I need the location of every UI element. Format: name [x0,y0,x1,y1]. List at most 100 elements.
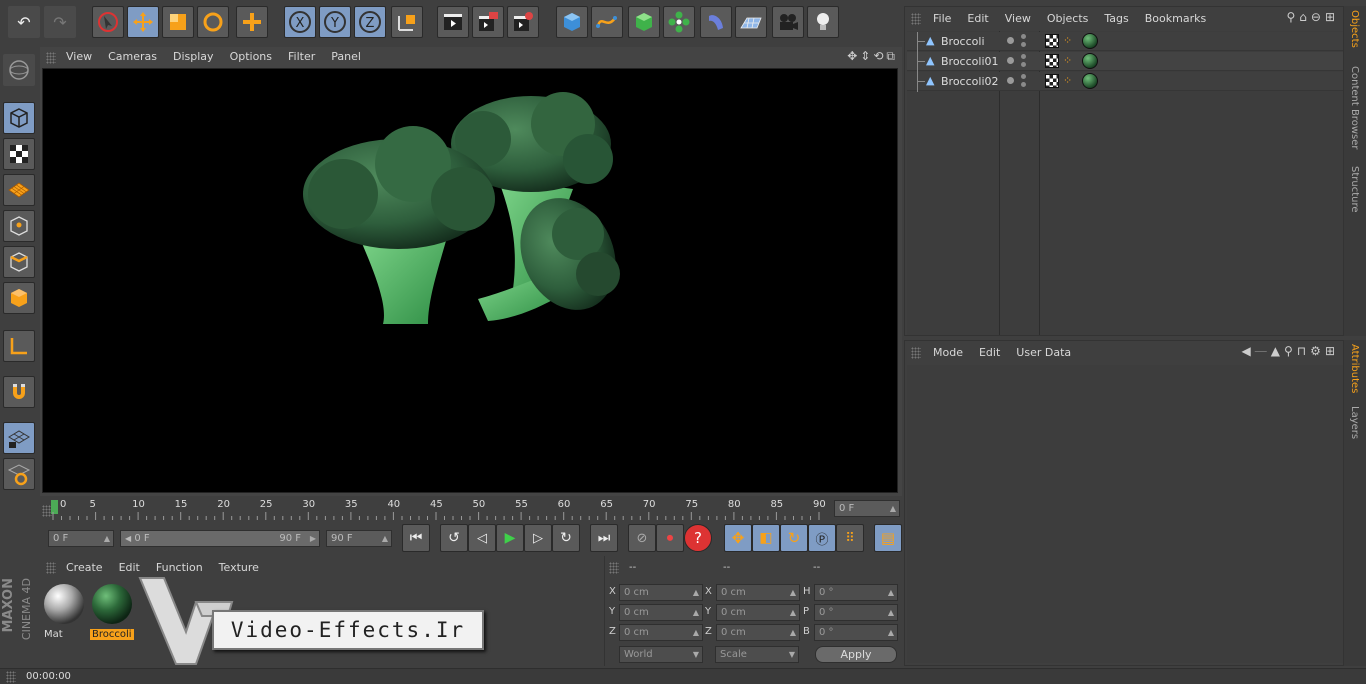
new-panel-icon[interactable]: ⊞ [1325,10,1339,24]
objects-grip[interactable] [911,13,921,25]
snap-magnet-icon[interactable] [3,376,35,408]
render-picture-viewer-icon[interactable] [472,6,504,38]
menu-tags[interactable]: Tags [1096,9,1136,29]
light-icon[interactable] [807,6,839,38]
search-icon[interactable]: ⚲ [1286,10,1299,24]
coord-size-field[interactable]: 0 cm ▲ [716,584,800,601]
go-to-previous-key-icon[interactable]: ↺ [440,524,468,552]
menu-edit[interactable]: Edit [959,9,996,29]
material-swatch-broccoli[interactable]: Broccoli [90,582,134,640]
apply-button[interactable]: Apply [815,646,897,663]
play-forward-icon[interactable]: ▶ [496,524,524,552]
menu-view[interactable]: View [997,9,1039,29]
cube-primitive-icon[interactable] [556,6,588,38]
keyframe-selection-icon[interactable]: ? [684,524,712,552]
move-tool-icon[interactable] [127,6,159,38]
menu-display[interactable]: Display [165,47,222,67]
coord-position-field[interactable]: 0 cm ▲ [619,584,703,601]
material-tag-icon[interactable] [1082,53,1098,69]
material-grip[interactable] [46,562,56,574]
menu-view[interactable]: View [58,47,100,67]
deformer-bend-icon[interactable] [700,6,732,38]
next-frame-icon[interactable]: ▷ [524,524,552,552]
x-axis-icon[interactable]: X [284,6,316,38]
go-to-next-key-icon[interactable]: ↻ [552,524,580,552]
object-name[interactable]: Broccoli02 [941,75,999,88]
menu-objects[interactable]: Objects [1039,9,1097,29]
visibility-render-dot-2[interactable] [1021,42,1026,47]
phong-tag-icon[interactable]: ⁘ [1063,54,1072,67]
subdivision-surface-icon[interactable] [628,6,660,38]
visibility-render-dot[interactable] [1021,54,1026,59]
menu-file[interactable]: File [925,9,959,29]
y-axis-icon[interactable]: Y [319,6,351,38]
coord-rotation-field[interactable]: 0 ° ▲ [814,624,898,641]
render-settings-icon[interactable] [507,6,539,38]
undo-icon[interactable]: ↶ [8,6,40,38]
visibility-render-dot[interactable] [1021,74,1026,79]
menu-edit[interactable]: Edit [971,343,1008,363]
settings-icon[interactable]: ⚙ [1310,344,1325,358]
coordinate-system-icon[interactable] [391,6,423,38]
locked-workplane-icon[interactable] [3,422,35,454]
planar-workplane-icon[interactable] [3,458,35,490]
polygons-mode-icon[interactable] [3,282,35,314]
tab-structure[interactable]: Structure [1349,166,1360,213]
menu-user-data[interactable]: User Data [1008,343,1079,363]
menu-filter[interactable]: Filter [280,47,323,67]
array-cloner-icon[interactable] [663,6,695,38]
coord-rotation-field[interactable]: 0 ° ▲ [814,584,898,601]
lock-icon[interactable]: ⊓ [1297,344,1310,358]
coordinates-grip[interactable] [609,562,619,574]
spline-pen-icon[interactable] [591,6,623,38]
edges-mode-icon[interactable] [3,246,35,278]
record-active-objects-icon[interactable]: ⊘ [628,524,656,552]
visibility-render-dot-2[interactable] [1021,62,1026,67]
object-name[interactable]: Broccoli01 [941,55,999,68]
scale-tool-icon[interactable] [162,6,194,38]
tab-layers[interactable]: Layers [1349,406,1360,439]
texture-tag-icon[interactable] [1045,74,1059,88]
render-sphere-icon[interactable] [3,54,35,86]
coord-position-field[interactable]: 0 cm ▲ [619,624,703,641]
record-position-icon[interactable]: ✥ [724,524,752,552]
live-selection-icon[interactable] [92,6,124,38]
points-mode-icon[interactable] [3,210,35,242]
visibility-editor-dot[interactable] [1007,57,1014,64]
material-swatch-mat[interactable]: Mat [42,582,86,640]
object-row[interactable]: ▲ Broccoli01 ⁘ [907,52,1343,72]
back-arrow-icon[interactable]: ◀ [1242,344,1255,358]
go-to-start-icon[interactable]: ⏮ [402,524,430,552]
workplane-mode-icon[interactable] [3,174,35,206]
new-panel-icon[interactable]: ⊞ [1325,344,1339,358]
camera-icon[interactable] [772,6,804,38]
maximize-view-icon[interactable]: ⧉ [886,49,898,63]
coord-rotation-field[interactable]: 0 ° ▲ [814,604,898,621]
autokeying-icon[interactable]: ⏺ [656,524,684,552]
menu-bookmarks[interactable]: Bookmarks [1137,9,1214,29]
texture-mode-icon[interactable] [3,138,35,170]
menu-options[interactable]: Options [222,47,280,67]
coord-size-field[interactable]: 0 cm ▲ [716,624,800,641]
render-view-icon[interactable] [437,6,469,38]
range-left-arrow[interactable]: ◀ [125,534,131,543]
model-mode-icon[interactable] [3,102,35,134]
frame-range-slider[interactable]: ◀ 0 F 90 F ▶ [120,530,320,547]
menu-create[interactable]: Create [58,558,111,578]
object-row[interactable]: ▲ Broccoli02 ⁘ [907,72,1343,92]
menu-cameras[interactable]: Cameras [100,47,165,67]
tab-objects[interactable]: Objects [1349,10,1360,48]
forward-arrow-icon[interactable]: ― [1255,344,1271,358]
up-arrow-icon[interactable]: ▲ [1271,344,1284,358]
object-name[interactable]: Broccoli [941,35,985,48]
phong-tag-icon[interactable]: ⁘ [1063,74,1072,87]
go-to-end-icon[interactable]: ⏭ [590,524,618,552]
visibility-editor-dot[interactable] [1007,37,1014,44]
viewport-canvas[interactable] [42,68,898,493]
attributes-grip[interactable] [911,347,921,359]
tab-attributes[interactable]: Attributes [1349,344,1360,393]
texture-tag-icon[interactable] [1045,54,1059,68]
object-row[interactable]: ▲ Broccoli ⁘ [907,32,1343,52]
coordinate-type-select[interactable]: Scale ▼ [715,646,799,663]
menu-panel[interactable]: Panel [323,47,369,67]
